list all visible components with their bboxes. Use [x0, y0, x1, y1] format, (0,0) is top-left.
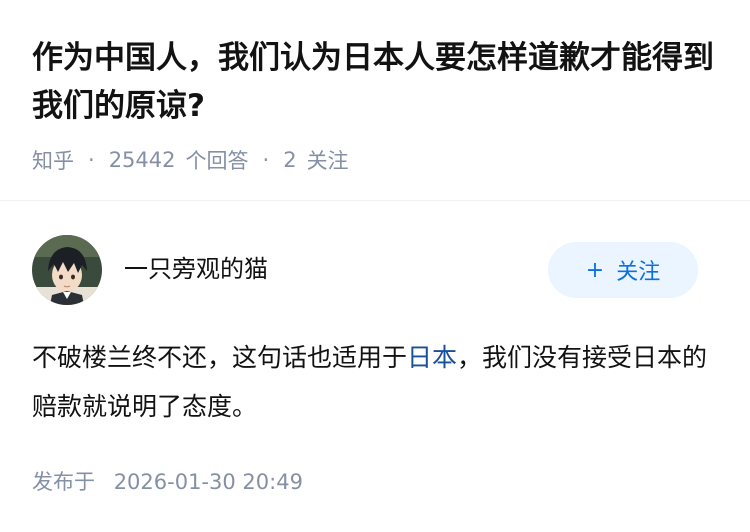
- published-label: 发布于: [32, 470, 95, 494]
- section-divider: [0, 200, 750, 201]
- meta-separator: ·: [262, 148, 270, 172]
- answer-content: 不破楼兰终不还，这句话也适用于日本，我们没有接受日本的赔款就说明了态度。: [32, 333, 722, 431]
- follow-button-label: 关注: [616, 260, 661, 285]
- meta-separator: ·: [88, 148, 95, 172]
- answer-count: 25442: [108, 148, 176, 172]
- question-meta: 知乎 · 25442 个回答 · 2 关注: [32, 143, 349, 177]
- follow-count: 2: [283, 148, 297, 172]
- avatar-image: [32, 235, 102, 305]
- author-name[interactable]: 一只旁观的猫: [124, 250, 268, 288]
- published-date: 2026-01-30 20:49: [113, 470, 303, 494]
- follow-author-button[interactable]: + 关注: [548, 242, 698, 298]
- follow-count-label[interactable]: 关注: [307, 145, 349, 175]
- answer-footer: 发布于 2026-01-30 20:49: [32, 463, 303, 501]
- answer-count-label[interactable]: 个回答: [186, 145, 249, 175]
- author-avatar[interactable]: [32, 235, 102, 305]
- source-label[interactable]: 知乎: [32, 145, 74, 175]
- question-title[interactable]: 作为中国人，我们认为日本人要怎样道歉才能得到我们的原谅?: [32, 34, 722, 130]
- answer-page: 作为中国人，我们认为日本人要怎样道歉才能得到我们的原谅? 知乎 · 25442 …: [0, 0, 750, 532]
- answer-inline-link[interactable]: 日本: [407, 343, 457, 372]
- answer-text-part: 不破楼兰终不还，这句话也适用于: [32, 343, 408, 372]
- plus-icon: +: [585, 257, 605, 283]
